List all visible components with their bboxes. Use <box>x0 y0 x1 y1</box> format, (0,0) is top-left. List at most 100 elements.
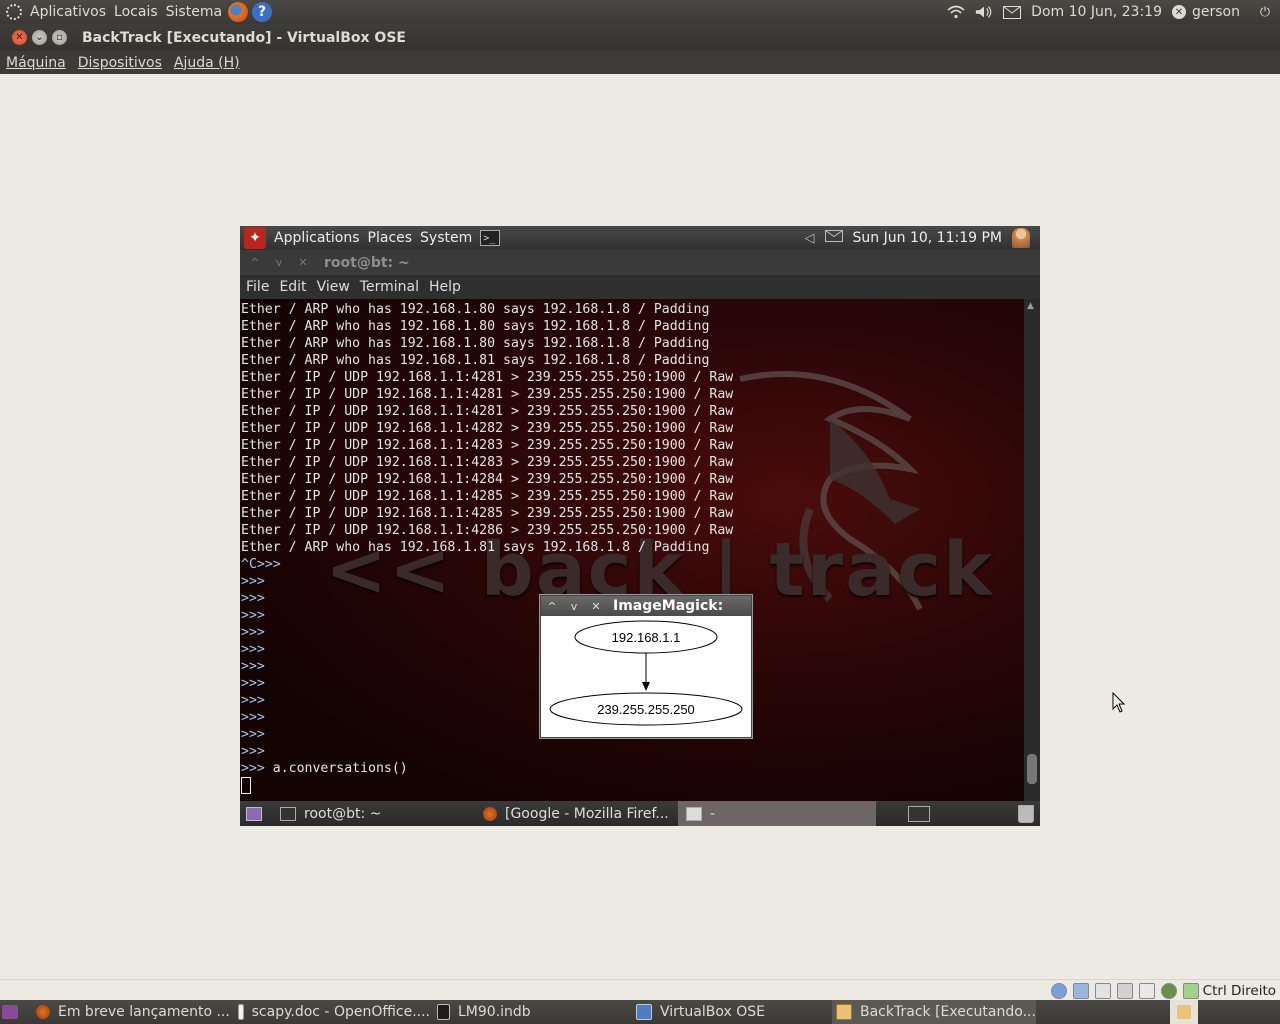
mouse-integration-icon[interactable] <box>1182 982 1199 999</box>
terminal-close-icon[interactable]: ✕ <box>294 256 312 269</box>
help-launcher-icon[interactable]: ? <box>252 2 273 22</box>
guest-volume-icon[interactable]: ◁ <box>805 231 815 246</box>
terminal-line: Ether / IP / UDP 192.168.1.1:4281 > 239.… <box>241 404 734 419</box>
guest-task-firefox[interactable]: [Google - Mozilla Firef... <box>483 801 673 826</box>
terminal-prompt: >>> <box>241 625 265 640</box>
guest-trash-icon[interactable] <box>1018 801 1040 826</box>
terminal-line: Ether / IP / UDP 192.168.1.1:4282 > 239.… <box>241 421 734 436</box>
vbox-menu-help[interactable]: Ajuda (H) <box>174 55 240 71</box>
guest-screen[interactable]: ✦ Applications Places System >_ ◁ Sun Ju… <box>240 226 1040 826</box>
vbox-menu-machine[interactable]: Máquina <box>6 55 66 71</box>
host-menu-applications[interactable]: Aplicativos <box>30 4 106 20</box>
guest-menu-places[interactable]: Places <box>368 230 413 246</box>
hdd-status-icon[interactable] <box>1050 982 1067 999</box>
im-close-icon[interactable]: ✕ <box>585 600 607 613</box>
terminal-prompt: >>> <box>241 761 273 776</box>
guest-top-panel: ✦ Applications Places System >_ ◁ Sun Ju… <box>240 226 1040 250</box>
guest-task-imagemagick[interactable]: - <box>678 801 876 826</box>
terminal-menu-help[interactable]: Help <box>429 279 461 295</box>
terminal-menu-edit[interactable]: Edit <box>279 279 306 295</box>
host-clock[interactable]: Dom 10 Jun, 23:19 <box>1031 4 1162 20</box>
terminal-command: a.conversations() <box>272 761 408 776</box>
vbox-menu-bar: Máquina Dispositivos Ajuda (H) <box>0 51 1280 74</box>
terminal-line: Ether / IP / UDP 192.168.1.1:4281 > 239.… <box>241 387 734 402</box>
cdrom-status-icon[interactable] <box>1072 982 1089 999</box>
host-task-openoffice-label: scapy.doc - OpenOffice.... <box>251 1004 430 1020</box>
guest-menu-system[interactable]: System <box>420 230 472 246</box>
guest-show-desktop-icon[interactable] <box>246 801 270 826</box>
user-status-icon[interactable]: ✕ <box>1172 5 1186 19</box>
node-source-label: 192.168.1.1 <box>612 630 681 645</box>
terminal-menu-view[interactable]: View <box>317 279 350 295</box>
graph-node-destination: 239.255.255.250 <box>549 692 743 726</box>
guest-bottom-panel: root@bt: ~ [Google - Mozilla Firef... - <box>240 801 1040 826</box>
terminal-maximize-icon[interactable]: v <box>270 256 288 269</box>
guest-task-terminal-label: root@bt: ~ <box>304 805 382 822</box>
terminal-launcher-icon[interactable]: >_ <box>480 230 501 246</box>
shared-folders-status-icon[interactable] <box>1116 982 1133 999</box>
ubuntu-logo-icon[interactable] <box>6 4 22 20</box>
terminal-menu-bar: File Edit View Terminal Help <box>240 275 1040 299</box>
guest-workspace-switcher[interactable] <box>908 801 938 826</box>
terminal-menu-file[interactable]: File <box>246 279 269 295</box>
im-minimize-icon[interactable]: ^ <box>541 600 563 613</box>
guest-mail-icon[interactable] <box>824 230 843 246</box>
host-task-firefox[interactable]: Em breve lançamento ... <box>36 1000 231 1024</box>
terminal-interrupt-line: ^C>>> <box>241 557 281 572</box>
terminal-menu-terminal[interactable]: Terminal <box>360 279 419 295</box>
terminal-line: Ether / IP / UDP 192.168.1.1:4285 > 239.… <box>241 489 734 504</box>
backtrack-logo-icon[interactable]: ✦ <box>244 227 266 249</box>
guest-menu-applications[interactable]: Applications <box>274 230 360 246</box>
host-menu-places[interactable]: Locais <box>114 4 158 20</box>
host-menu-system[interactable]: Sistema <box>166 4 222 20</box>
maximize-window-button[interactable]: ▫ <box>52 30 67 45</box>
terminal-line: Ether / IP / UDP 192.168.1.1:4284 > 239.… <box>241 472 734 487</box>
firefox-launcher-icon[interactable] <box>228 2 249 22</box>
guest-user-icon[interactable] <box>1012 228 1030 248</box>
terminal-line: Ether / ARP who has 192.168.1.80 says 19… <box>241 319 710 334</box>
terminal-prompt: >>> <box>241 659 265 674</box>
firefox-task-icon <box>483 806 497 821</box>
terminal-line: Ether / IP / UDP 192.168.1.1:4281 > 239.… <box>241 370 734 385</box>
show-desktop-icon[interactable] <box>2 1000 26 1024</box>
terminal-title: root@bt: ~ <box>324 254 410 271</box>
close-window-button[interactable]: ✕ <box>12 30 27 45</box>
terminal-line: Ether / IP / UDP 192.168.1.1:4283 > 239.… <box>241 438 734 453</box>
terminal-prompt: >>> <box>241 727 265 742</box>
scrollbar-thumb[interactable] <box>1027 754 1037 784</box>
vbox-title-bar: ✕ ⌄ ▫ BackTrack [Executando] - VirtualBo… <box>0 24 1280 51</box>
host-task-indesign[interactable]: LM90.indb <box>437 1000 627 1024</box>
terminal-prompt: >>> <box>241 591 265 606</box>
terminal-prompt: >>> <box>241 574 265 589</box>
imagemagick-title-bar: ^ v ✕ ImageMagick: <box>541 596 751 616</box>
trash-icon[interactable] <box>1170 1000 1198 1024</box>
wifi-icon[interactable] <box>947 5 965 19</box>
host-task-virtualbox[interactable]: VirtualBox OSE <box>636 1000 826 1024</box>
guest-task-terminal[interactable]: root@bt: ~ <box>280 801 470 826</box>
terminal-cursor[interactable] <box>241 777 251 794</box>
terminal-line: Ether / ARP who has 192.168.1.81 says 19… <box>241 540 710 555</box>
guest-clock[interactable]: Sun Jun 10, 11:19 PM <box>853 230 1002 246</box>
host-task-openoffice[interactable]: scapy.doc - OpenOffice.... <box>238 1000 430 1024</box>
mail-icon[interactable] <box>1003 5 1022 19</box>
terminal-minimize-icon[interactable]: ^ <box>246 256 264 269</box>
terminal-line: Ether / IP / UDP 192.168.1.1:4283 > 239.… <box>241 455 734 470</box>
vbox-menu-devices[interactable]: Dispositivos <box>78 55 162 71</box>
virtualization-status-icon[interactable] <box>1160 982 1177 999</box>
terminal-scrollbar[interactable]: ▲ <box>1024 299 1040 801</box>
window-task-icon <box>686 806 702 821</box>
host-task-virtualbox-label: VirtualBox OSE <box>660 1004 765 1020</box>
host-task-backtrack[interactable]: BackTrack [Executando... <box>832 1000 1036 1024</box>
host-username[interactable]: gerson <box>1192 4 1240 20</box>
terminal-line: Ether / ARP who has 192.168.1.81 says 19… <box>241 353 710 368</box>
power-icon[interactable]: ⏻ <box>1256 5 1274 20</box>
imagemagick-window[interactable]: ^ v ✕ ImageMagick: 192.168.1.1 239.255.2… <box>540 595 752 738</box>
terminal-title-bar: ^ v ✕ root@bt: ~ <box>240 250 1040 275</box>
im-maximize-icon[interactable]: v <box>563 600 585 613</box>
usb-status-icon[interactable] <box>1094 982 1111 999</box>
network-status-icon[interactable] <box>1138 982 1155 999</box>
scroll-up-icon[interactable]: ▲ <box>1027 301 1034 311</box>
graph-arrowhead <box>642 682 650 691</box>
minimize-window-button[interactable]: ⌄ <box>32 30 47 45</box>
volume-icon[interactable] <box>975 5 993 19</box>
